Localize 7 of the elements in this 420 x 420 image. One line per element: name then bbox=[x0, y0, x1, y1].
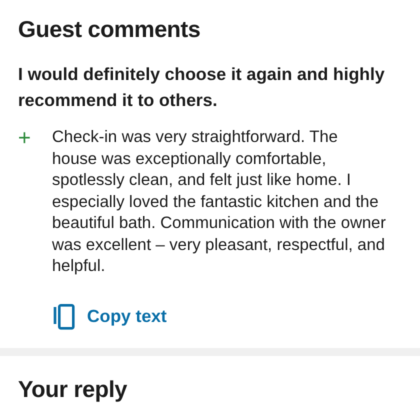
comment-headline: I would definitely choose it again and highly recommend it to others. bbox=[18, 63, 386, 112]
copy-text-button[interactable]: Copy text bbox=[53, 304, 167, 330]
copy-icon bbox=[53, 304, 75, 330]
section-title: Your reply bbox=[18, 374, 128, 404]
comment-text: Check-in was very straightforward. The house was exceptionally comfortable, spotlessly clean, and felt just like home. I especially loved the fantastic kitchen and the beautiful bath. Communication with the owner was excellent – very pleasant, respectful, and helpful. bbox=[52, 127, 387, 277]
section-title: Guest comments bbox=[18, 15, 202, 44]
plus-sign: + bbox=[18, 127, 32, 152]
